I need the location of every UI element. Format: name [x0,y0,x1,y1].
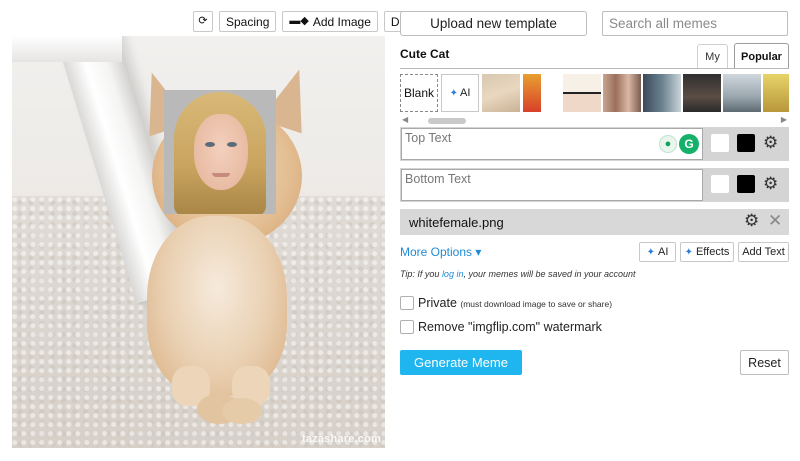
add-image-icon: ▬◆ [289,15,309,27]
image-layer-filename: whitefemale.png [409,215,504,230]
rotate-icon: ⟳ [198,15,208,27]
private-label-text: Private [418,296,457,310]
scroll-thumb[interactable] [428,118,466,124]
sparkle-icon: ✦ [684,246,693,258]
template-thumb-two-panel-comic[interactable] [563,74,601,112]
effects-button-label: Effects [695,246,730,258]
ai-template-button[interactable]: ✦ AI [441,74,479,112]
bottom-text-input[interactable] [401,169,703,201]
face-image-layer[interactable] [164,90,276,214]
template-thumb-crowd-photo[interactable] [603,74,641,112]
bottom-text-fill-color[interactable] [711,175,729,193]
image-layer-row: whitefemale.png ⚙ ✕ [400,209,789,235]
add-text-button-label: Add Text [742,246,785,258]
tip-text: Tip: If you log in, your memes will be s… [400,269,636,279]
tab-my[interactable]: My [697,44,728,68]
face-skin [194,114,248,190]
template-thumb-red-portrait[interactable] [523,74,541,112]
ai-label: AI [459,87,471,99]
login-link[interactable]: log in [442,269,464,279]
thumbnail-scrollbar[interactable]: ◀ ▶ [400,115,789,125]
sparkle-icon: ✦ [449,87,458,99]
private-label: Private (must download image to save or … [418,296,612,310]
private-note: (must download image to save or share) [460,299,613,309]
add-text-button[interactable]: Add Text [738,242,789,262]
top-text-gear-icon[interactable]: ⚙ [763,133,778,153]
image-layer-close-icon[interactable]: ✕ [768,211,782,231]
remove-watermark-checkbox[interactable] [400,320,414,334]
add-image-label: Add Image [312,14,371,29]
scroll-left-icon[interactable]: ◀ [402,115,408,124]
scroll-right-icon[interactable]: ▶ [781,115,787,124]
blank-label: Blank [403,86,435,100]
lightbulb-icon[interactable]: ● [659,135,677,153]
ai-button[interactable]: ✦ AI [639,242,676,262]
bottom-text-gear-icon[interactable]: ⚙ [763,174,778,194]
blank-template-button[interactable]: Blank [400,74,438,112]
effects-button[interactable]: ✦ Effects [680,242,734,262]
remove-watermark-label: Remove "imgflip.com" watermark [418,320,602,334]
generate-meme-button[interactable]: Generate Meme [400,350,522,375]
reset-button[interactable]: Reset [740,350,789,375]
spacing-label: Spacing [226,14,270,29]
cat-foot-right [222,398,262,424]
private-checkbox[interactable] [400,296,414,310]
canvas-watermark: tazashare.com [301,433,381,445]
add-image-button[interactable]: ▬◆ Add Image [282,11,378,32]
template-thumb-man-portrait[interactable] [723,74,761,112]
chair-bar [12,36,122,62]
more-options-link[interactable]: More Options ▾ [400,245,481,259]
face-eye-right [227,142,237,147]
ai-button-label: AI [657,246,669,258]
grammarly-icon[interactable]: G [679,134,699,154]
template-title: Cute Cat [400,47,450,61]
tip-prefix: Tip: If you [400,269,442,279]
canvas-toolbar: ⟳ Spacing ▬◆ Add Image Draw [193,11,426,32]
template-thumb-woman-yelling[interactable] [643,74,681,112]
rotate-button[interactable]: ⟳ [193,11,213,32]
template-thumb-man-desk[interactable] [683,74,721,112]
template-thumb-cat[interactable] [482,74,520,112]
template-thumb-yellow-creature[interactable] [763,74,789,112]
sparkle-icon: ✦ [646,246,655,258]
top-text-row: ● G ⚙ [400,127,789,161]
tab-divider [400,68,789,69]
bottom-text-row: ⚙ [400,168,789,202]
face-mouth [212,173,230,177]
top-text-outline-color[interactable] [737,134,755,152]
tab-popular[interactable]: Popular [734,43,789,69]
face-eye-left [205,142,215,147]
top-text-fill-color[interactable] [711,134,729,152]
search-memes-input[interactable] [602,11,788,36]
tip-suffix: , your memes will be saved in your accou… [463,269,636,279]
spacing-button[interactable]: Spacing [219,11,277,32]
image-layer-gear-icon[interactable]: ⚙ [744,211,759,231]
meme-canvas[interactable]: tazashare.com [12,36,385,448]
top-text-input[interactable] [401,128,703,160]
cat-body [147,216,287,396]
bottom-text-outline-color[interactable] [737,175,755,193]
template-thumbnails: Blank ✦ AI [400,74,789,114]
upload-template-button[interactable]: Upload new template [400,11,587,36]
